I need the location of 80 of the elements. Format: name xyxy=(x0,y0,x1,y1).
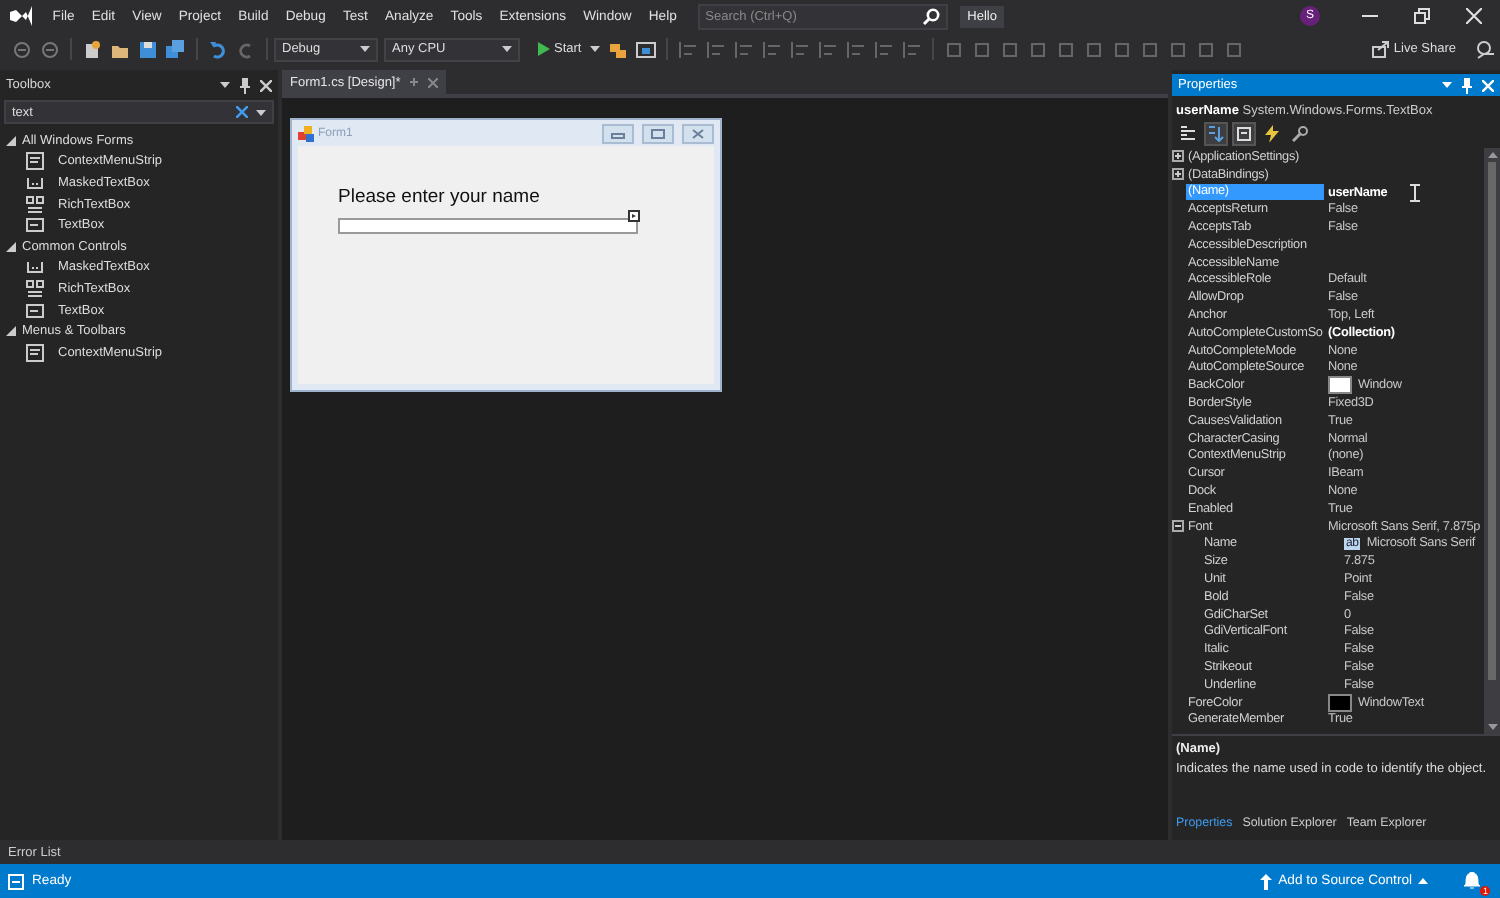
new-project-icon[interactable] xyxy=(82,39,102,59)
feedback-icon[interactable] xyxy=(1476,39,1496,59)
expand-icon[interactable] xyxy=(6,326,16,337)
logo-icon xyxy=(8,4,32,28)
smart-tag-icon[interactable] xyxy=(628,210,640,222)
caret-icon xyxy=(360,46,370,52)
maximize-icon xyxy=(642,123,674,143)
lightning-icon[interactable] xyxy=(1260,121,1284,145)
align-icon[interactable] xyxy=(817,39,838,59)
caret-icon xyxy=(1418,878,1428,884)
masked-box-icon xyxy=(26,173,44,192)
align-icon[interactable] xyxy=(761,39,782,59)
text-cursor-icon xyxy=(1409,183,1420,201)
scroll-down-icon xyxy=(1487,724,1497,730)
expand-icon[interactable] xyxy=(1172,150,1184,163)
screen-icon[interactable] xyxy=(635,39,656,59)
expand-icon[interactable] xyxy=(1172,168,1184,181)
sort-icon[interactable] xyxy=(1204,121,1228,145)
clear-icon[interactable] xyxy=(236,106,248,118)
collapse-icon[interactable] xyxy=(1172,520,1184,533)
expand-icon[interactable] xyxy=(6,241,16,252)
close-icon xyxy=(682,123,714,143)
layout-tool-icon[interactable] xyxy=(1195,39,1216,59)
upload-icon xyxy=(1260,873,1273,889)
undo-icon[interactable] xyxy=(208,39,228,59)
form-icon xyxy=(298,125,314,141)
layout-tool-icon[interactable] xyxy=(999,39,1020,59)
rich-text-icon xyxy=(26,195,44,214)
text-box-icon xyxy=(26,301,44,320)
pin-icon[interactable] xyxy=(240,77,250,93)
back-icon[interactable] xyxy=(12,39,32,59)
rich-text-icon xyxy=(26,279,44,298)
close-icon[interactable] xyxy=(260,79,272,91)
layout-tool-icon[interactable] xyxy=(1111,39,1132,59)
bell-icon[interactable] xyxy=(1464,872,1480,890)
hot-reload-icon[interactable] xyxy=(607,39,628,59)
caret-icon[interactable] xyxy=(256,109,266,115)
wrench-icon[interactable] xyxy=(1288,121,1312,145)
expand-icon[interactable] xyxy=(6,135,16,146)
masked-box-icon xyxy=(26,258,44,277)
layout-tool-icon[interactable] xyxy=(1139,39,1160,59)
minimize-icon xyxy=(602,123,634,143)
text-input-field[interactable] xyxy=(338,218,638,234)
play-icon xyxy=(538,42,550,56)
layout-tool-icon[interactable] xyxy=(1083,39,1104,59)
form-label: Please enter your name xyxy=(338,186,542,208)
status-icon xyxy=(8,873,24,889)
layout-tool-icon[interactable] xyxy=(1167,39,1188,59)
menu-strip-icon xyxy=(26,343,44,362)
restore-icon[interactable] xyxy=(1414,8,1430,24)
align-icon[interactable] xyxy=(733,39,754,59)
align-icon[interactable] xyxy=(845,39,866,59)
text-box-icon xyxy=(26,216,44,235)
save-icon[interactable] xyxy=(138,39,158,59)
align-icon[interactable] xyxy=(901,39,922,59)
scroll-thumb[interactable] xyxy=(1488,162,1496,680)
scrollbar[interactable] xyxy=(1484,148,1500,734)
property-list-icon[interactable] xyxy=(1232,121,1256,145)
align-icon[interactable] xyxy=(873,39,894,59)
layout-tool-icon[interactable] xyxy=(1223,39,1244,59)
layout-tool-icon[interactable] xyxy=(1055,39,1076,59)
layout-tool-icon[interactable] xyxy=(1027,39,1048,59)
layout-tool-icon[interactable] xyxy=(943,39,964,59)
menu-strip-icon xyxy=(26,152,44,171)
align-icon[interactable] xyxy=(677,39,698,59)
forward-icon[interactable] xyxy=(40,39,60,59)
share-icon xyxy=(1371,40,1390,58)
caret-icon[interactable] xyxy=(589,46,600,52)
align-icon[interactable] xyxy=(705,39,726,59)
caret-icon xyxy=(502,46,512,52)
categorized-icon[interactable] xyxy=(1176,121,1200,145)
pin-icon[interactable] xyxy=(1462,77,1472,93)
scroll-up-icon xyxy=(1487,152,1497,158)
redo-icon[interactable] xyxy=(236,39,256,59)
layout-tool-icon[interactable] xyxy=(971,39,992,59)
search-icon xyxy=(921,7,940,25)
caret-icon[interactable] xyxy=(220,82,230,88)
caret-icon[interactable] xyxy=(1442,82,1452,88)
align-icon[interactable] xyxy=(789,39,810,59)
save-all-icon[interactable] xyxy=(166,39,186,59)
